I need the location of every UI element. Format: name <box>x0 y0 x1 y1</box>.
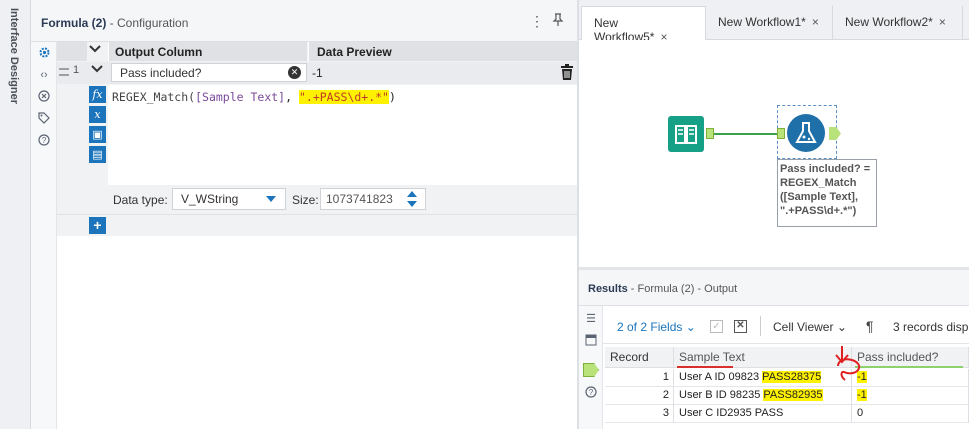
row-collapse-chevron-icon[interactable] <box>91 64 103 77</box>
workflow-canvas[interactable] <box>579 40 969 267</box>
toolbar-separator <box>760 316 761 336</box>
pin-icon[interactable] <box>552 13 566 29</box>
dropdown-caret-icon[interactable] <box>266 196 276 202</box>
variables-button[interactable]: x <box>89 106 106 123</box>
cell-value: 0 <box>857 407 864 419</box>
fields-dropdown[interactable]: 2 of 2 Fields ⌄ <box>617 320 696 334</box>
cell-value: -1 <box>857 389 867 401</box>
tab-new-workflow2[interactable]: New Workflow2* × <box>833 6 963 40</box>
interface-designer-tab[interactable]: Interface Designer <box>0 8 31 128</box>
interface-designer-label: Interface Designer <box>8 8 20 104</box>
column-header-record[interactable]: Record <box>605 347 674 368</box>
connection-line[interactable] <box>714 133 778 135</box>
cell-text: User C ID2935 PASS <box>679 407 784 419</box>
decrement-icon[interactable] <box>407 201 417 207</box>
cell-highlight: PASS28375 <box>762 371 822 383</box>
data-preview-value: -1 <box>312 66 323 80</box>
table-cell-pass-included[interactable]: -1 <box>852 387 969 405</box>
results-title: Results - Formula (2) - Output <box>588 283 737 295</box>
more-options-icon[interactable]: ⋮ <box>530 13 544 29</box>
add-formula-button[interactable]: + <box>89 217 106 234</box>
tab-new-workflow5[interactable]: New Workflow5* × <box>581 6 706 44</box>
string-type-indicator <box>677 366 733 368</box>
tag-icon[interactable] <box>37 112 51 126</box>
target-icon[interactable] <box>37 90 51 104</box>
expr-pattern: ".+PASS\d+.*" <box>298 90 389 104</box>
tab-label: New Workflow1* <box>718 15 806 29</box>
svg-text:?: ? <box>589 388 594 397</box>
output-column-header: Output Column <box>108 42 307 61</box>
chevron-down-icon: ⌄ <box>685 320 696 334</box>
table-cell-pass-included[interactable]: -1 <box>852 369 969 387</box>
tab-label: New Workflow2* <box>845 15 933 29</box>
config-title-subtitle: - Configuration <box>106 16 189 30</box>
data-preview-header: Data Preview <box>308 42 577 61</box>
table-cell-sample-text[interactable]: User A ID 09823 PASS28375 <box>674 369 852 387</box>
table-cell-record[interactable]: 1 <box>605 369 674 387</box>
table-cell-pass-included[interactable]: 0 <box>852 405 969 423</box>
trash-icon[interactable] <box>560 64 574 80</box>
add-row-bar <box>57 214 577 236</box>
list-icon[interactable]: ☰ <box>584 312 598 326</box>
records-count: 3 records displayed <box>893 320 969 334</box>
size-label: Size: <box>292 193 319 207</box>
tool-annotation: Pass included? = REGEX_Match ([Sample Te… <box>777 159 877 227</box>
functions-button[interactable]: fx <box>89 86 106 103</box>
text-input-tool-icon[interactable] <box>668 116 704 152</box>
bool-type-indicator <box>855 366 963 368</box>
table-icon[interactable] <box>584 334 598 348</box>
svg-text:?: ? <box>42 136 47 145</box>
data-type-label: Data type: <box>113 193 168 207</box>
drag-handle-icon[interactable] <box>59 68 69 76</box>
collapse-all-chevron-icon[interactable] <box>89 44 105 58</box>
expr-function: REGEX_Match( <box>112 90 196 104</box>
gear-icon[interactable] <box>37 46 51 60</box>
table-cell-sample-text[interactable]: User B ID 98235 PASS82935 <box>674 387 852 405</box>
output-column-input[interactable]: Pass included? <box>111 63 307 82</box>
column-header-pass-included[interactable]: Pass included? <box>852 347 969 368</box>
save-expression-button[interactable]: ▤ <box>89 146 106 163</box>
column-header-sample-text[interactable]: Sample Text <box>674 347 852 368</box>
table-cell-sample-text[interactable]: User C ID2935 PASS <box>674 405 852 423</box>
deselect-icon[interactable]: ✕ <box>734 320 747 333</box>
row-index: 1 <box>73 64 80 76</box>
cell-text: User B ID 98235 <box>679 389 764 401</box>
code-icon[interactable]: ‹› <box>37 68 51 82</box>
checkbox-icon[interactable]: ✓ <box>710 320 723 333</box>
config-empty-area <box>57 236 577 429</box>
config-title-tool: Formula (2) <box>41 16 107 30</box>
header-handle <box>57 42 87 61</box>
open-expression-button[interactable]: ▣ <box>89 126 106 143</box>
cell-highlight: PASS82935 <box>763 389 823 401</box>
clear-icon[interactable]: ✕ <box>288 66 301 79</box>
expr-field: [Sample Text] <box>195 90 286 104</box>
annotation-circle <box>837 358 861 381</box>
results-title-sub: - Formula (2) - Output <box>627 283 738 295</box>
input-anchor-icon[interactable] <box>777 128 785 139</box>
expr-close: ) <box>388 90 396 104</box>
cell-viewer-dropdown[interactable]: Cell Viewer ⌄ <box>773 320 847 334</box>
expr-sep: , <box>285 90 299 104</box>
config-title: Formula (2) - Configuration <box>41 16 188 30</box>
cell-viewer-label: Cell Viewer <box>773 320 834 334</box>
table-cell-record[interactable]: 3 <box>605 405 674 423</box>
results-title-main: Results <box>588 283 628 295</box>
fields-dropdown-label: 2 of 2 Fields <box>617 320 683 334</box>
help-icon[interactable]: ? <box>584 386 598 400</box>
close-tab-icon[interactable]: × <box>812 15 819 29</box>
close-tab-icon[interactable]: × <box>939 15 946 29</box>
formula-tool-icon[interactable] <box>787 114 825 152</box>
chevron-down-icon: ⌄ <box>836 320 847 334</box>
expression-text[interactable]: REGEX_Match([Sample Text], ".+PASS\d+.*"… <box>112 90 396 104</box>
increment-icon[interactable] <box>407 191 417 197</box>
cell-text: User A ID 09823 <box>679 371 763 383</box>
help-icon[interactable]: ? <box>37 134 51 148</box>
table-cell-record[interactable]: 2 <box>605 387 674 405</box>
output-anchor-icon[interactable] <box>706 128 714 139</box>
pilcrow-icon[interactable]: ¶ <box>866 318 874 334</box>
tab-new-workflow1[interactable]: New Workflow1* × <box>706 6 833 40</box>
